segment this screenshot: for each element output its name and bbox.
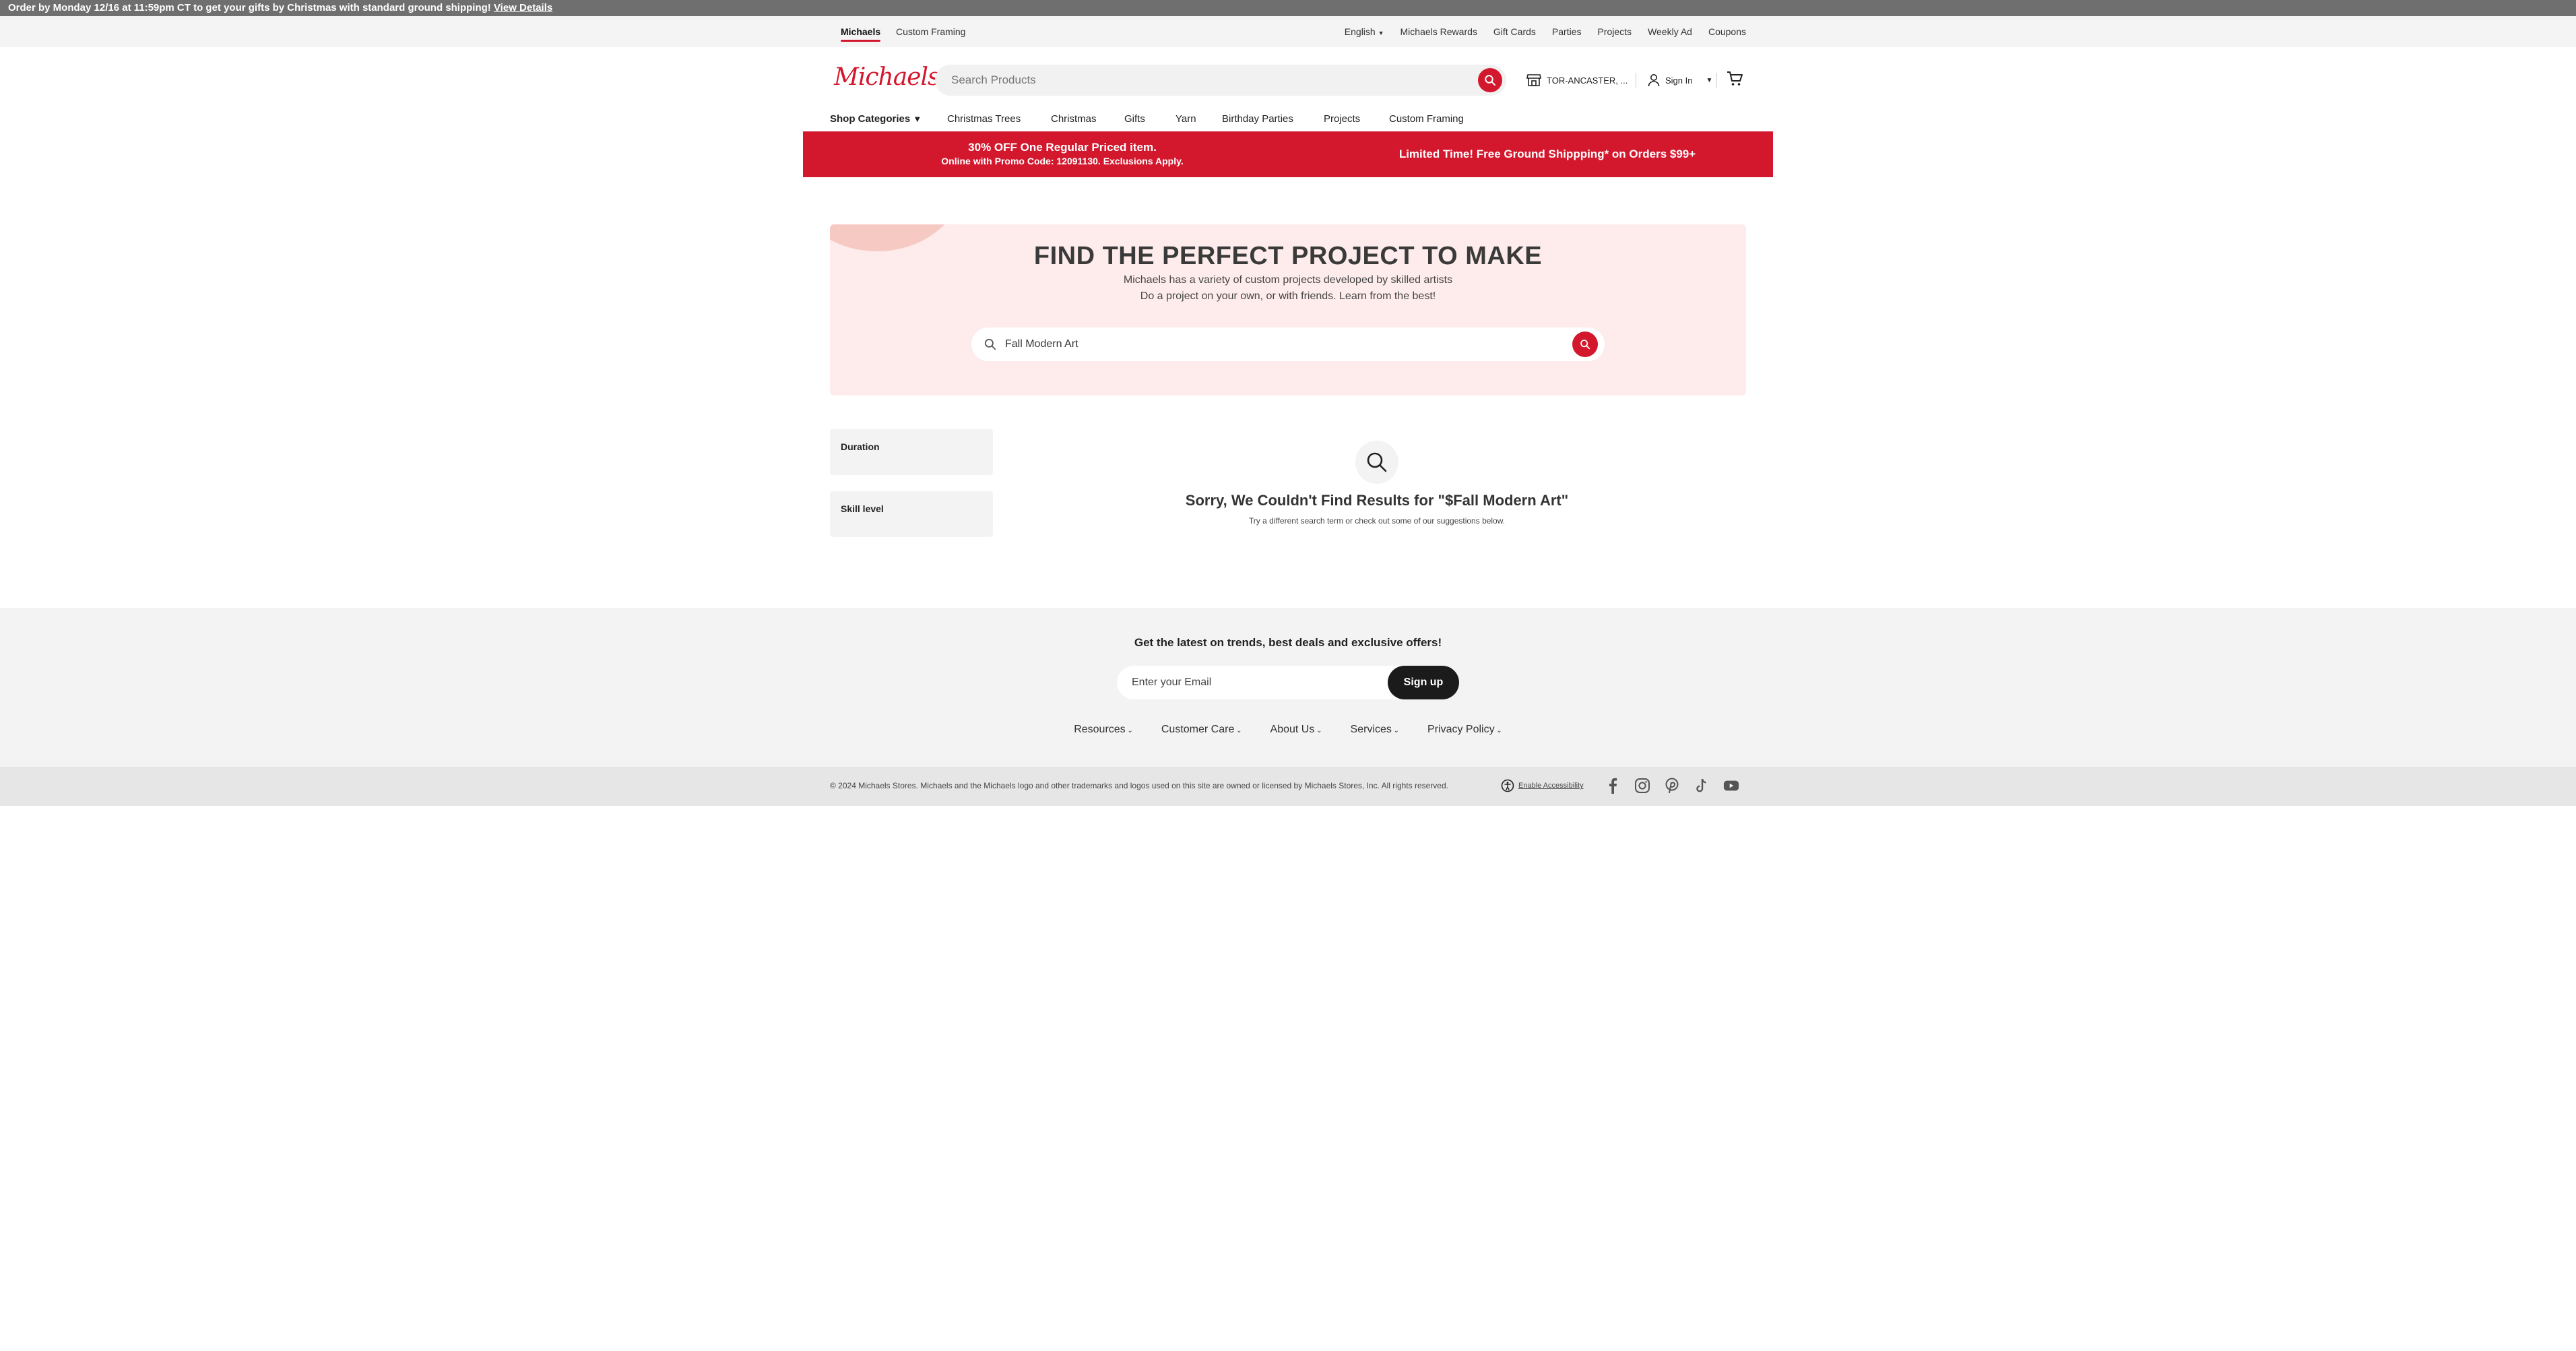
no-results-badge xyxy=(1355,441,1398,484)
shop-categories-menu[interactable]: Shop Categories ▼ xyxy=(830,112,922,127)
footer-link-label: Resources xyxy=(1074,724,1126,735)
chevron-down-icon: ⌄ xyxy=(1494,727,1502,734)
sign-up-button[interactable]: Sign up xyxy=(1388,666,1459,699)
search-icon xyxy=(1485,75,1495,86)
michaels-logo[interactable]: Michaels xyxy=(834,63,940,91)
hero-subtitle-2: Do a project on your own, or with friend… xyxy=(1140,290,1436,302)
youtube-icon[interactable] xyxy=(1723,777,1739,794)
tab-michaels[interactable]: Michaels xyxy=(841,16,881,47)
category-nav: Shop Categories ▼ Christmas Trees Christ… xyxy=(830,112,1746,132)
link-coupons[interactable]: Coupons xyxy=(1708,26,1746,37)
link-michaels-rewards[interactable]: Michaels Rewards xyxy=(1400,26,1477,37)
project-search-hero: FIND THE PERFECT PROJECT TO MAKE Michael… xyxy=(830,224,1746,396)
promo-shipping: Limited Time! Free Ground Shippping* on … xyxy=(1398,148,1696,160)
link-gift-cards[interactable]: Gift Cards xyxy=(1493,26,1536,37)
search-icon xyxy=(984,338,996,350)
chevron-down-icon: ▼ xyxy=(1378,30,1384,36)
shipping-notice-text: Order by Monday 12/16 at 11:59pm CT to g… xyxy=(8,2,491,13)
store-picker[interactable]: TOR-ANCASTER, ... xyxy=(1526,70,1628,90)
filter-skill-level[interactable]: Skill level xyxy=(830,491,993,537)
utility-row: Michaels Custom Framing English ▼ Michae… xyxy=(0,16,2576,47)
promo-banner[interactable]: 30% OFF One Regular Priced item. Online … xyxy=(803,131,1773,177)
caret-down-icon: ▼ xyxy=(913,114,922,124)
footer-link-privacy-policy[interactable]: Privacy Policy ⌄ xyxy=(1427,724,1502,736)
project-search-button[interactable] xyxy=(1572,332,1598,357)
language-selector[interactable]: English ▼ xyxy=(1345,26,1384,37)
site-footer: Get the latest on trends, best deals and… xyxy=(0,608,2576,767)
view-details-link[interactable]: View Details xyxy=(494,2,552,13)
footer-link-about-us[interactable]: About Us ⌄ xyxy=(1270,724,1322,736)
filter-duration[interactable]: Duration xyxy=(830,429,993,475)
promo-offer-code: Online with Promo Code: 12091130. Exclus… xyxy=(941,156,1184,166)
tab-custom-framing[interactable]: Custom Framing xyxy=(896,16,965,47)
sign-in-button[interactable]: Sign In ▼ xyxy=(1648,70,1712,90)
hero-subtitle-1: Michaels has a variety of custom project… xyxy=(1123,274,1453,286)
search-icon xyxy=(1580,340,1590,350)
category-gifts[interactable]: Gifts xyxy=(1124,112,1145,127)
category-christmas[interactable]: Christmas xyxy=(1051,112,1097,127)
link-projects[interactable]: Projects xyxy=(1597,26,1632,37)
no-results-subtitle: Try a different search term or check out… xyxy=(1248,516,1506,526)
promo-offer-title: 30% OFF One Regular Priced item. xyxy=(968,141,1157,154)
accessibility-icon xyxy=(1501,779,1514,792)
chevron-down-icon: ⌄ xyxy=(1125,727,1133,734)
copyright-text: © 2024 Michaels Stores. Michaels and the… xyxy=(830,781,1448,790)
social-links xyxy=(1605,777,1739,794)
category-projects[interactable]: Projects xyxy=(1324,112,1360,127)
store-name: TOR-ANCASTER, ... xyxy=(1547,75,1628,86)
chevron-down-icon: ⌄ xyxy=(1391,727,1400,734)
header-divider xyxy=(1716,73,1717,88)
newsletter-headline: Get the latest on trends, best deals and… xyxy=(1134,636,1442,649)
link-parties[interactable]: Parties xyxy=(1552,26,1582,37)
search-icon xyxy=(1367,452,1387,472)
chevron-down-icon: ⌄ xyxy=(1234,727,1242,734)
footer-link-label: Privacy Policy xyxy=(1427,724,1495,735)
hero-title: FIND THE PERFECT PROJECT TO MAKE xyxy=(1033,242,1543,270)
category-custom-framing[interactable]: Custom Framing xyxy=(1389,112,1464,127)
footer-link-resources[interactable]: Resources ⌄ xyxy=(1074,724,1133,736)
footer-links: Resources ⌄ Customer Care ⌄ About Us ⌄ S… xyxy=(0,724,2576,736)
product-search-bar xyxy=(935,65,1506,96)
user-icon xyxy=(1648,74,1660,87)
utility-links: English ▼ Michaels Rewards Gift Cards Pa… xyxy=(1345,16,1746,47)
footer-link-customer-care[interactable]: Customer Care ⌄ xyxy=(1161,724,1242,736)
cart-icon xyxy=(1727,71,1743,86)
shop-categories-label: Shop Categories xyxy=(830,113,911,125)
legal-bar: © 2024 Michaels Stores. Michaels and the… xyxy=(0,767,2576,806)
no-results-title: Sorry, We Couldn't Find Results for "$Fa… xyxy=(1185,492,1569,509)
site-header: Michaels TOR-ANCASTER, ... Sign In ▼ xyxy=(830,47,1746,112)
product-search-input[interactable] xyxy=(935,65,1447,96)
shipping-notice-bar: Order by Monday 12/16 at 11:59pm CT to g… xyxy=(0,0,2576,16)
chevron-down-icon: ▼ xyxy=(1706,76,1713,84)
project-search-bar xyxy=(971,327,1605,361)
enable-accessibility-button[interactable]: Enable Accessibility xyxy=(1501,779,1584,792)
store-icon xyxy=(1526,74,1541,86)
language-label: English xyxy=(1344,26,1376,37)
project-search-input[interactable] xyxy=(1005,327,1557,361)
footer-link-label: Services xyxy=(1350,724,1392,735)
instagram-icon[interactable] xyxy=(1634,777,1650,794)
promo-offer: 30% OFF One Regular Priced item. Online … xyxy=(803,141,1322,166)
footer-link-label: Customer Care xyxy=(1161,724,1235,735)
footer-link-label: About Us xyxy=(1270,724,1315,735)
category-yarn[interactable]: Yarn xyxy=(1176,112,1196,127)
category-christmas-trees[interactable]: Christmas Trees xyxy=(947,112,1021,127)
product-search-button[interactable] xyxy=(1478,68,1502,92)
tiktok-icon[interactable] xyxy=(1694,777,1710,794)
facebook-icon[interactable] xyxy=(1605,777,1621,794)
email-field[interactable] xyxy=(1132,666,1388,699)
footer-link-services[interactable]: Services ⌄ xyxy=(1351,724,1400,736)
link-weekly-ad[interactable]: Weekly Ad xyxy=(1648,26,1692,37)
cart-button[interactable] xyxy=(1726,70,1743,91)
category-birthday-parties[interactable]: Birthday Parties xyxy=(1222,112,1293,127)
sign-in-label: Sign In xyxy=(1665,75,1693,86)
pinterest-icon[interactable] xyxy=(1664,777,1680,794)
accessibility-label: Enable Accessibility xyxy=(1518,782,1584,790)
chevron-down-icon: ⌄ xyxy=(1314,727,1322,734)
